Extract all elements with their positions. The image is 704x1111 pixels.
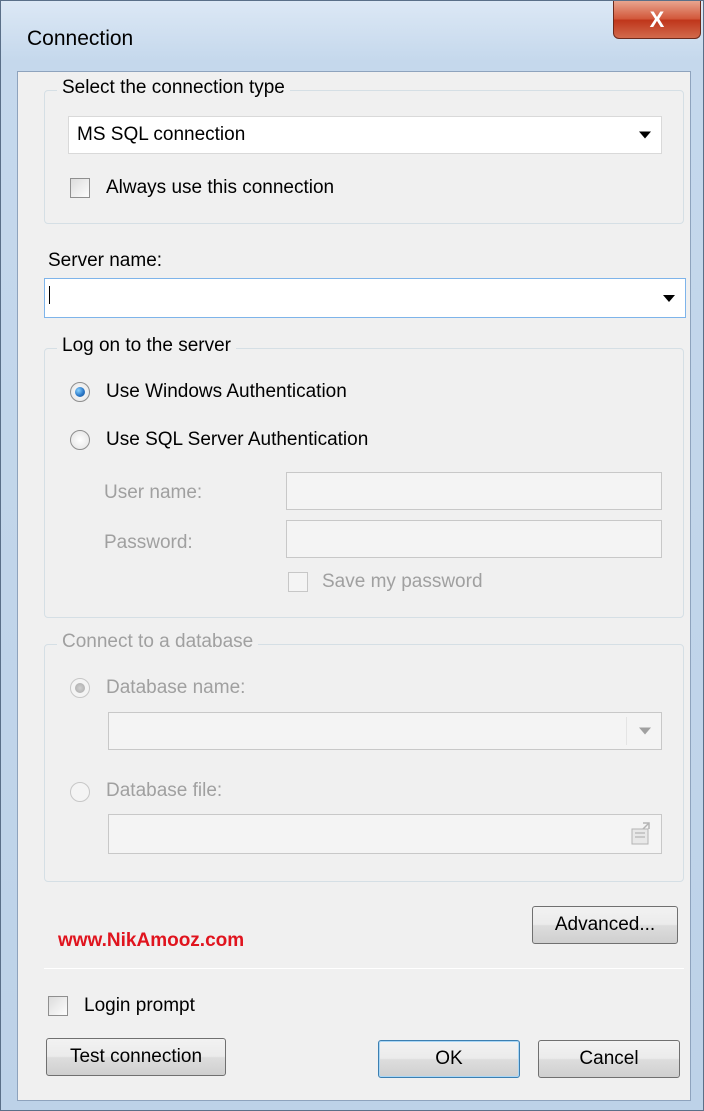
always-use-label: Always use this connection bbox=[106, 177, 335, 198]
login-prompt-checkbox[interactable] bbox=[48, 996, 68, 1016]
username-label: User name: bbox=[104, 482, 203, 503]
sql-auth-radio[interactable] bbox=[70, 430, 90, 450]
advanced-button[interactable]: Advanced... bbox=[532, 906, 678, 944]
folder-browse-icon[interactable] bbox=[629, 821, 653, 847]
advanced-button-label: Advanced... bbox=[554, 914, 656, 935]
windows-auth-radio[interactable] bbox=[70, 382, 90, 402]
server-name-label: Server name: bbox=[48, 250, 163, 271]
connection-type-value: MS SQL connection bbox=[77, 124, 246, 145]
connection-type-select[interactable]: MS SQL connection bbox=[68, 116, 662, 154]
test-connection-button[interactable]: Test connection bbox=[46, 1038, 226, 1076]
password-input[interactable] bbox=[286, 520, 662, 558]
combo-separator bbox=[626, 717, 627, 745]
dropdown-arrow-icon[interactable] bbox=[663, 295, 675, 302]
dropdown-arrow-icon bbox=[639, 727, 651, 735]
ok-button[interactable]: OK bbox=[378, 1040, 520, 1078]
database-file-radio[interactable] bbox=[70, 782, 90, 802]
always-use-checkbox[interactable] bbox=[70, 178, 90, 198]
close-button[interactable]: X bbox=[613, 1, 701, 39]
watermark-text: www.NikAmooz.com bbox=[58, 930, 245, 951]
text-caret bbox=[49, 286, 50, 304]
connection-type-group: Select the connection type bbox=[44, 77, 684, 224]
database-name-radio[interactable] bbox=[70, 678, 90, 698]
save-password-label: Save my password bbox=[322, 571, 483, 592]
database-file-label: Database file: bbox=[106, 780, 223, 801]
database-name-label: Database name: bbox=[106, 677, 246, 698]
divider bbox=[44, 968, 684, 969]
windows-auth-label: Use Windows Authentication bbox=[106, 381, 347, 402]
dialog-window: Connection X Select the connection type … bbox=[0, 0, 704, 1111]
database-group-title: Connect to a database bbox=[57, 631, 259, 653]
close-icon: X bbox=[649, 6, 665, 32]
cancel-button[interactable]: Cancel bbox=[538, 1040, 680, 1078]
logon-group-title: Log on to the server bbox=[57, 335, 236, 357]
title-bar[interactable]: Connection X bbox=[1, 1, 703, 71]
database-name-select[interactable] bbox=[108, 712, 662, 750]
login-prompt-label: Login prompt bbox=[84, 995, 195, 1016]
dropdown-arrow-icon bbox=[639, 131, 651, 139]
ok-button-label: OK bbox=[435, 1048, 463, 1069]
database-file-input[interactable] bbox=[108, 814, 662, 854]
password-label: Password: bbox=[104, 532, 193, 553]
connection-type-group-title: Select the connection type bbox=[57, 77, 290, 99]
test-connection-button-label: Test connection bbox=[69, 1046, 203, 1067]
username-input[interactable] bbox=[286, 472, 662, 510]
window-title: Connection bbox=[27, 27, 134, 50]
cancel-button-label: Cancel bbox=[579, 1048, 639, 1069]
save-password-checkbox[interactable] bbox=[288, 572, 308, 592]
server-name-input[interactable] bbox=[44, 278, 686, 318]
dialog-client-area: Select the connection type MS SQL connec… bbox=[17, 71, 691, 1101]
sql-auth-label: Use SQL Server Authentication bbox=[106, 429, 369, 450]
